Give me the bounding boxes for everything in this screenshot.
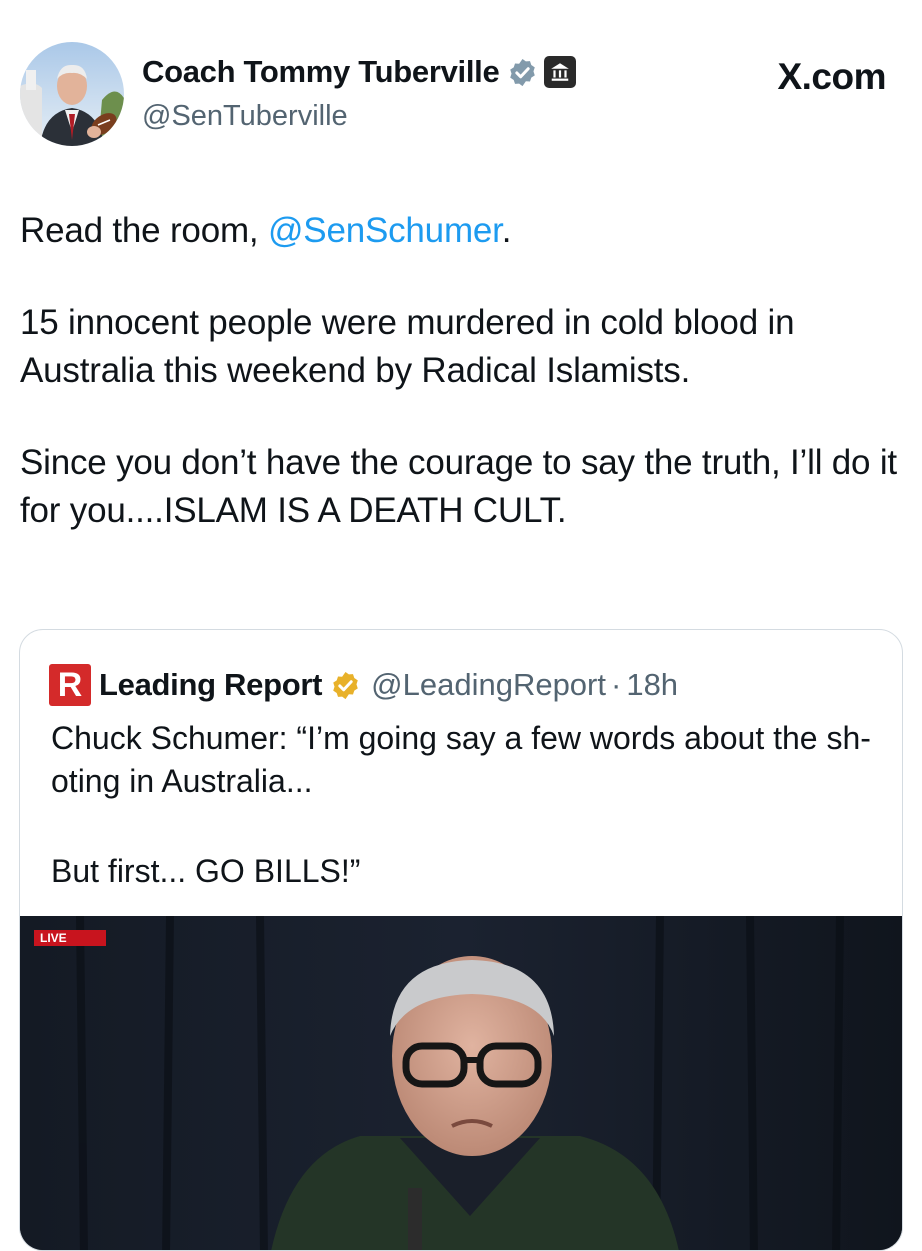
tweet-paragraph-3: Since you don’t have the courage to say … [20, 443, 897, 530]
tweet-header: Coach Tommy Tuberville @SenTuberville X.… [0, 0, 922, 170]
quoted-tweet-text: Chuck Schumer: “I’m going say a few word… [51, 717, 891, 893]
quoted-handle[interactable]: @LeadingReport [371, 667, 606, 703]
tweet-paragraph-1: Read the room, @SenSchumer. [20, 207, 910, 255]
name-row: Coach Tommy Tuberville [142, 54, 577, 90]
user-handle[interactable]: @SenTuberville [142, 100, 348, 133]
quoted-timestamp[interactable]: 18h [626, 667, 678, 703]
site-logo: X.com [777, 56, 886, 97]
video-frame-image [20, 916, 902, 1250]
leading-report-logo: R [49, 664, 91, 706]
gold-verified-badge-icon [330, 670, 361, 701]
tweet-text: Read the room, @SenSchumer. 15 innocent … [20, 207, 910, 535]
logo-letter: R [57, 666, 83, 704]
government-building-icon [544, 56, 577, 88]
avatar[interactable] [20, 42, 124, 146]
verified-badge-icon [507, 57, 538, 88]
quoted-paragraph-2: But first... GO BILLS!” [51, 853, 361, 889]
live-badge: LIVE [34, 930, 106, 946]
tweet-text-segment: Read the room, [20, 211, 268, 250]
quoted-tweet-card[interactable]: R Leading Report @LeadingReport · 18h Ch… [19, 629, 903, 1251]
video-thumbnail[interactable]: LIVE [20, 916, 902, 1250]
mention-link[interactable]: @SenSchumer [268, 211, 502, 250]
tweet-text-segment: . [501, 211, 512, 250]
quoted-display-name[interactable]: Leading Report [99, 667, 322, 703]
separator-dot: · [611, 667, 622, 702]
quoted-paragraph-1: Chuck Schumer: “I’m going say a few word… [51, 720, 871, 799]
quoted-tweet-header: R Leading Report @LeadingReport · 18h [49, 664, 678, 706]
display-name[interactable]: Coach Tommy Tuberville [142, 54, 500, 90]
tweet-paragraph-2: 15 innocent people were murdered in cold… [20, 303, 795, 390]
